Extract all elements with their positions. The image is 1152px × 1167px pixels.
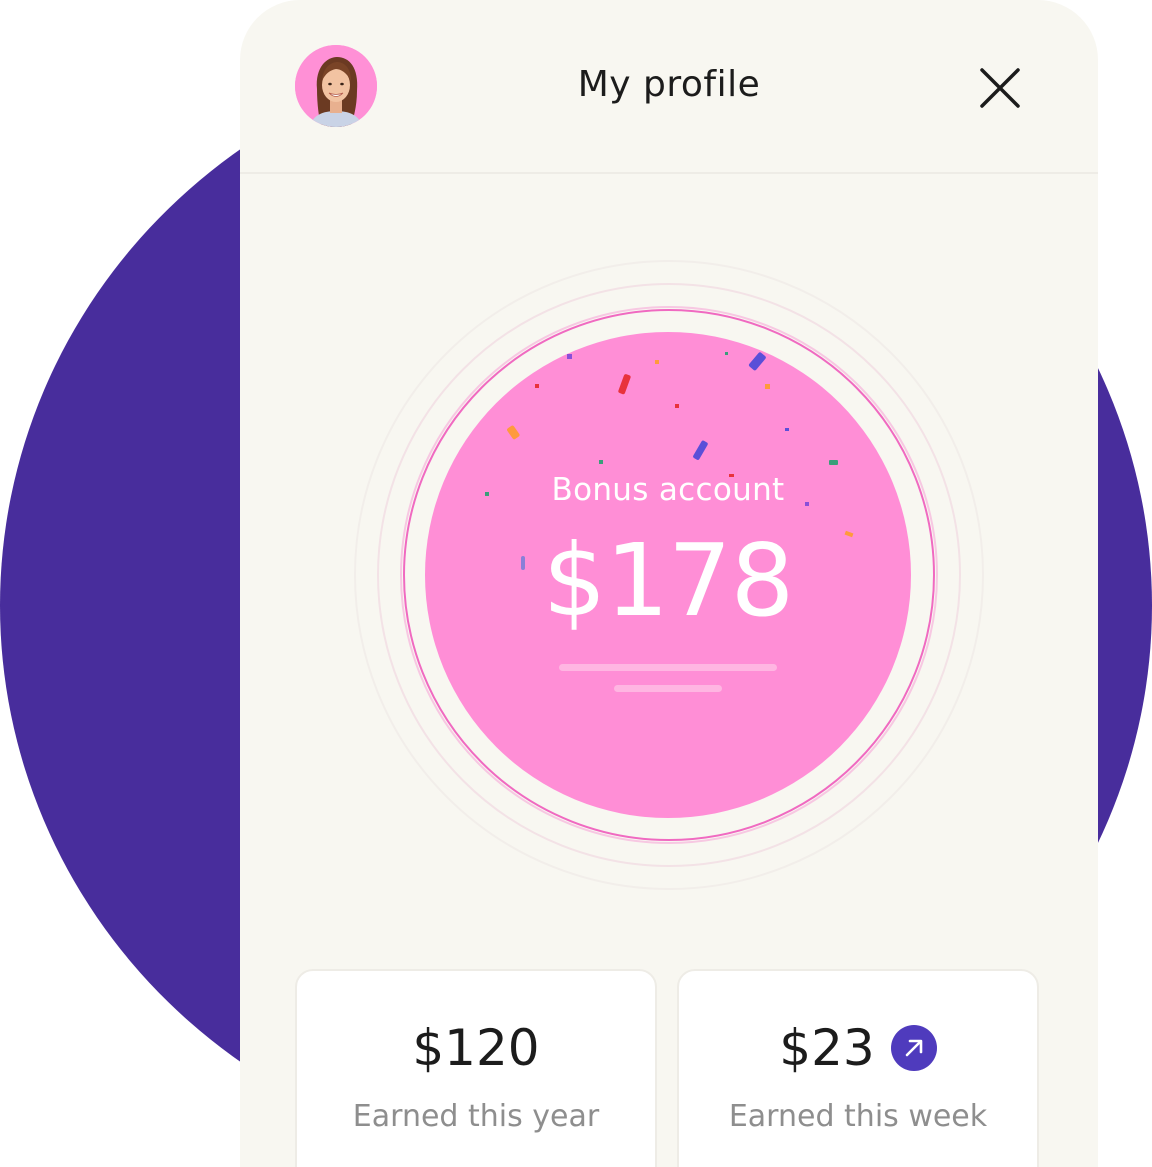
close-button[interactable]	[976, 64, 1024, 112]
card-value-row: $120	[297, 1013, 655, 1083]
bonus-account-amount: $178	[542, 522, 795, 639]
arrow-up-right-icon	[890, 1025, 937, 1071]
profile-panel: My profile Bonus account $178 $120 Earne…	[240, 0, 1098, 1167]
earned-year-card[interactable]: $120 Earned this year	[295, 969, 657, 1167]
profile-header: My profile	[240, 0, 1098, 174]
earned-week-card[interactable]: $23 Earned this week	[677, 969, 1039, 1167]
close-icon	[980, 68, 1020, 108]
earned-week-caption: Earned this week	[728, 1099, 988, 1134]
earned-week-value: $23	[779, 1019, 875, 1077]
bonus-account-label: Bonus account	[551, 472, 785, 508]
earned-year-value: $120	[412, 1019, 540, 1077]
bonus-account-circle[interactable]: Bonus account $178	[425, 332, 911, 818]
page-title: My profile	[577, 64, 761, 105]
card-value-row: $23	[679, 1013, 1037, 1083]
placeholder-bar	[614, 685, 722, 692]
placeholder-bar	[559, 664, 777, 671]
earned-year-caption: Earned this year	[352, 1099, 600, 1134]
